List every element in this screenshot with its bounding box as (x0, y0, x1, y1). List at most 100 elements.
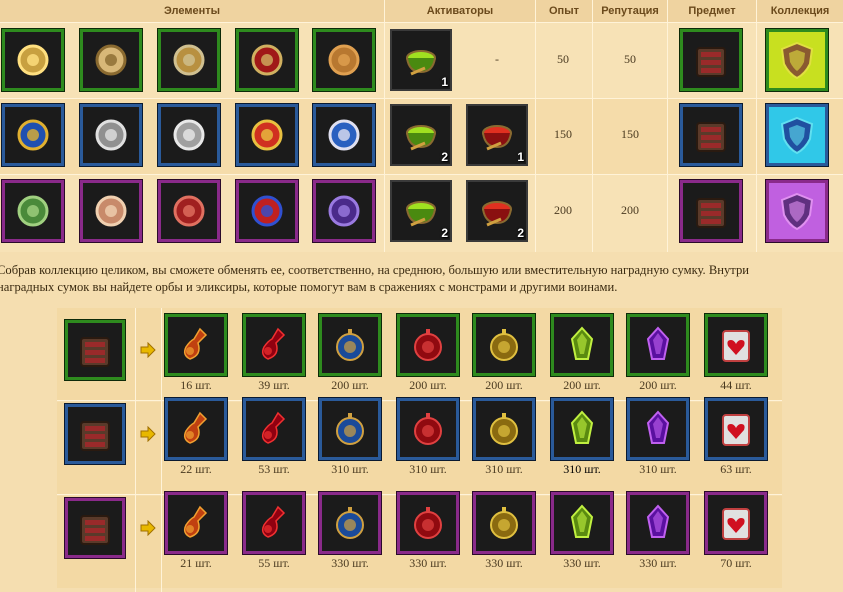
blue-orb-icon (336, 329, 364, 361)
item-slot[interactable] (1, 179, 65, 243)
item-slot[interactable] (704, 491, 768, 555)
item-slot[interactable] (157, 103, 221, 167)
item-slot[interactable]: 2 (390, 180, 452, 242)
item-slot[interactable]: 1 (466, 104, 528, 166)
reward-bag-icon (696, 122, 726, 152)
collection-reward[interactable] (765, 103, 829, 167)
item-slot[interactable] (704, 397, 768, 461)
red-orb-icon (414, 329, 442, 361)
heart-scroll-icon (722, 508, 750, 540)
item-slot[interactable] (318, 313, 382, 377)
item-slot[interactable] (64, 403, 126, 465)
green-potion-bowl-icon (406, 201, 436, 227)
header-activators: Активаторы (385, 0, 535, 22)
crest-shield-icon (17, 119, 49, 151)
item-slot[interactable] (396, 491, 460, 555)
item-slot[interactable] (550, 313, 614, 377)
item-slot[interactable] (242, 397, 306, 461)
orc-head-icon (17, 195, 49, 227)
red-elixir-icon (261, 327, 286, 360)
exp-value: 200 (554, 203, 572, 217)
item-slot[interactable] (704, 313, 768, 377)
treasure-map-icon (95, 44, 127, 76)
quantity-label: 200 шт. (485, 378, 523, 392)
collection-reward[interactable] (765, 28, 829, 92)
item-slot[interactable] (679, 103, 743, 167)
item-slot[interactable] (396, 397, 460, 461)
item-slot[interactable] (235, 179, 299, 243)
item-slot[interactable] (679, 28, 743, 92)
item-slot[interactable] (550, 491, 614, 555)
item-slot[interactable] (64, 319, 126, 381)
divider (0, 22, 843, 23)
helmet-icon (328, 195, 360, 227)
item-slot[interactable] (626, 491, 690, 555)
orange-elixir-icon (183, 327, 208, 360)
divider (0, 174, 843, 175)
exp-value: 50 (557, 52, 569, 66)
item-slot[interactable] (157, 28, 221, 92)
item-slot[interactable] (472, 491, 536, 555)
item-slot[interactable] (472, 313, 536, 377)
divider (135, 308, 136, 592)
item-slot[interactable] (472, 397, 536, 461)
item-slot[interactable]: 2 (466, 180, 528, 242)
item-slot[interactable] (1, 103, 65, 167)
item-slot[interactable] (312, 28, 376, 92)
reward-bag-icon (696, 47, 726, 77)
blue-orb-icon (336, 413, 364, 445)
item-slot[interactable] (396, 313, 460, 377)
green-potion-bowl-icon (406, 125, 436, 151)
feather-plume-icon (251, 195, 283, 227)
divider (384, 0, 385, 252)
item-slot[interactable] (679, 179, 743, 243)
item-slot[interactable] (235, 28, 299, 92)
item-slot[interactable] (79, 103, 143, 167)
quantity-label: 200 шт. (563, 378, 601, 392)
item-slot[interactable] (1, 28, 65, 92)
quantity-label: 22 шт. (180, 462, 212, 476)
header-exp: Опыт (536, 0, 592, 22)
quantity-label: 63 шт. (720, 462, 752, 476)
item-slot[interactable] (550, 397, 614, 461)
item-slot[interactable]: 1 (390, 29, 452, 91)
fang-icon (95, 195, 127, 227)
item-slot[interactable] (312, 179, 376, 243)
item-slot[interactable] (626, 397, 690, 461)
divider (161, 308, 162, 592)
quantity-label: 55 шт. (258, 556, 290, 570)
item-slot[interactable] (64, 497, 126, 559)
quantity-label: 310 шт. (485, 462, 523, 476)
collection-reward[interactable] (765, 179, 829, 243)
quantity-label: 330 шт. (563, 556, 601, 570)
divider (756, 0, 757, 252)
item-slot[interactable] (79, 179, 143, 243)
item-slot[interactable] (242, 313, 306, 377)
item-slot[interactable] (318, 491, 382, 555)
count-badge: 2 (441, 150, 448, 164)
item-slot[interactable] (318, 397, 382, 461)
quantity-label: 310 шт. (639, 462, 677, 476)
quantity-label: 70 шт. (720, 556, 752, 570)
item-slot[interactable] (235, 103, 299, 167)
item-slot[interactable] (164, 491, 228, 555)
item-slot[interactable] (626, 313, 690, 377)
item-slot[interactable] (79, 28, 143, 92)
item-slot[interactable] (157, 179, 221, 243)
reward-bag-icon (80, 421, 110, 451)
item-slot[interactable]: 2 (390, 104, 452, 166)
pegasus-statuette-icon (173, 119, 205, 151)
header-reputation: Репутация (593, 0, 667, 22)
sword-emblem-icon (328, 119, 360, 151)
medal-rosette-icon (251, 119, 283, 151)
item-slot[interactable] (242, 491, 306, 555)
gold-orb-icon (490, 329, 518, 361)
reward-bag-icon (80, 337, 110, 367)
quantity-label: 200 шт. (639, 378, 677, 392)
item-slot[interactable] (164, 397, 228, 461)
item-slot[interactable] (312, 103, 376, 167)
item-slot[interactable] (164, 313, 228, 377)
header-item: Предмет (668, 0, 756, 22)
red-potion-bowl-icon (482, 125, 512, 151)
red-elixir-icon (261, 505, 286, 538)
